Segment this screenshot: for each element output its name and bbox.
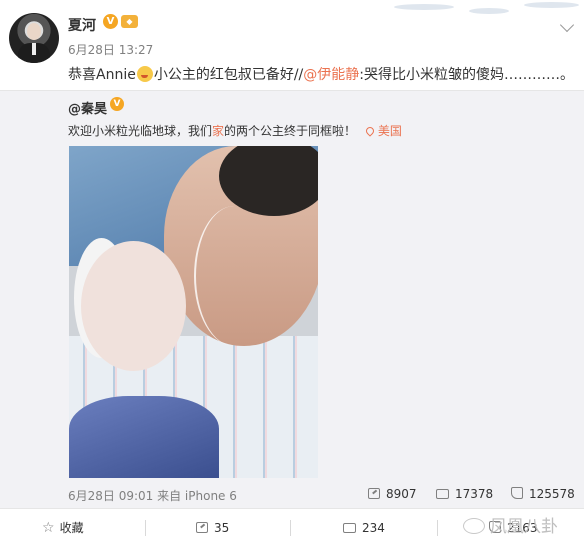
comment-icon	[436, 489, 449, 499]
comment-button[interactable]: 234	[343, 509, 385, 547]
emoji-icon	[136, 66, 153, 82]
verified-badge-icon: V	[110, 97, 124, 111]
original-time-source[interactable]: 6月28日 09:01 来自 iPhone 6	[68, 487, 237, 504]
watermark: 凤凰八卦	[463, 508, 558, 547]
phoenix-logo-icon	[463, 518, 485, 534]
post-time[interactable]: 6月28日 13:27	[68, 41, 153, 58]
mention-link[interactable]: @伊能静	[303, 67, 359, 83]
reposted-card: @秦昊 V 欢迎小米粒光临地球，我们家的两个公主终于同框啦！ 美国 6月28日 …	[0, 90, 584, 508]
decorative-banner	[374, 0, 584, 22]
original-comment-count[interactable]: 17378	[436, 487, 493, 501]
post-text-mid: 小公主的红包叔已备好//	[153, 67, 304, 83]
original-repost-count[interactable]: 8907	[368, 487, 417, 501]
location-label: 美国	[377, 124, 402, 138]
original-author[interactable]: @秦昊	[68, 98, 107, 117]
post-text-before: 恭喜Annie	[68, 67, 136, 83]
verified-badge-icon: V	[103, 14, 118, 29]
favorite-button[interactable]: ☆ 收藏	[42, 509, 84, 547]
original-text-after: 的两个公主终于同框啦！	[224, 124, 357, 138]
repost-icon	[196, 522, 208, 533]
repost-button[interactable]: 35	[196, 509, 229, 547]
repost-icon	[368, 488, 380, 499]
comment-icon	[343, 523, 356, 533]
original-text-before: 欢迎小米粒光临地球，我们	[68, 124, 213, 138]
original-text: 欢迎小米粒光临地球，我们家的两个公主终于同框啦！ 美国	[68, 122, 402, 139]
location-link[interactable]: 美国	[364, 124, 402, 138]
like-icon	[511, 487, 523, 499]
post-content: 恭喜Annie 小公主的红包叔已备好//@伊能静:哭得比小米粒皱的傻妈…………。	[68, 64, 574, 84]
post-photo[interactable]	[69, 146, 318, 478]
star-icon: ☆	[42, 520, 55, 536]
post-text-after: :哭得比小米粒皱的傻妈…………。	[359, 67, 574, 83]
author-avatar[interactable]	[9, 13, 59, 63]
author-name[interactable]: 夏河	[68, 15, 96, 35]
level-badge-icon: ◆	[121, 15, 138, 28]
original-text-highlight[interactable]: 家	[212, 124, 224, 138]
original-like-count[interactable]: 125578	[511, 487, 575, 501]
location-pin-icon	[364, 125, 376, 137]
weibo-post: 夏河 V ◆ 6月28日 13:27 恭喜Annie 小公主的红包叔已备好//@伊…	[0, 0, 584, 547]
